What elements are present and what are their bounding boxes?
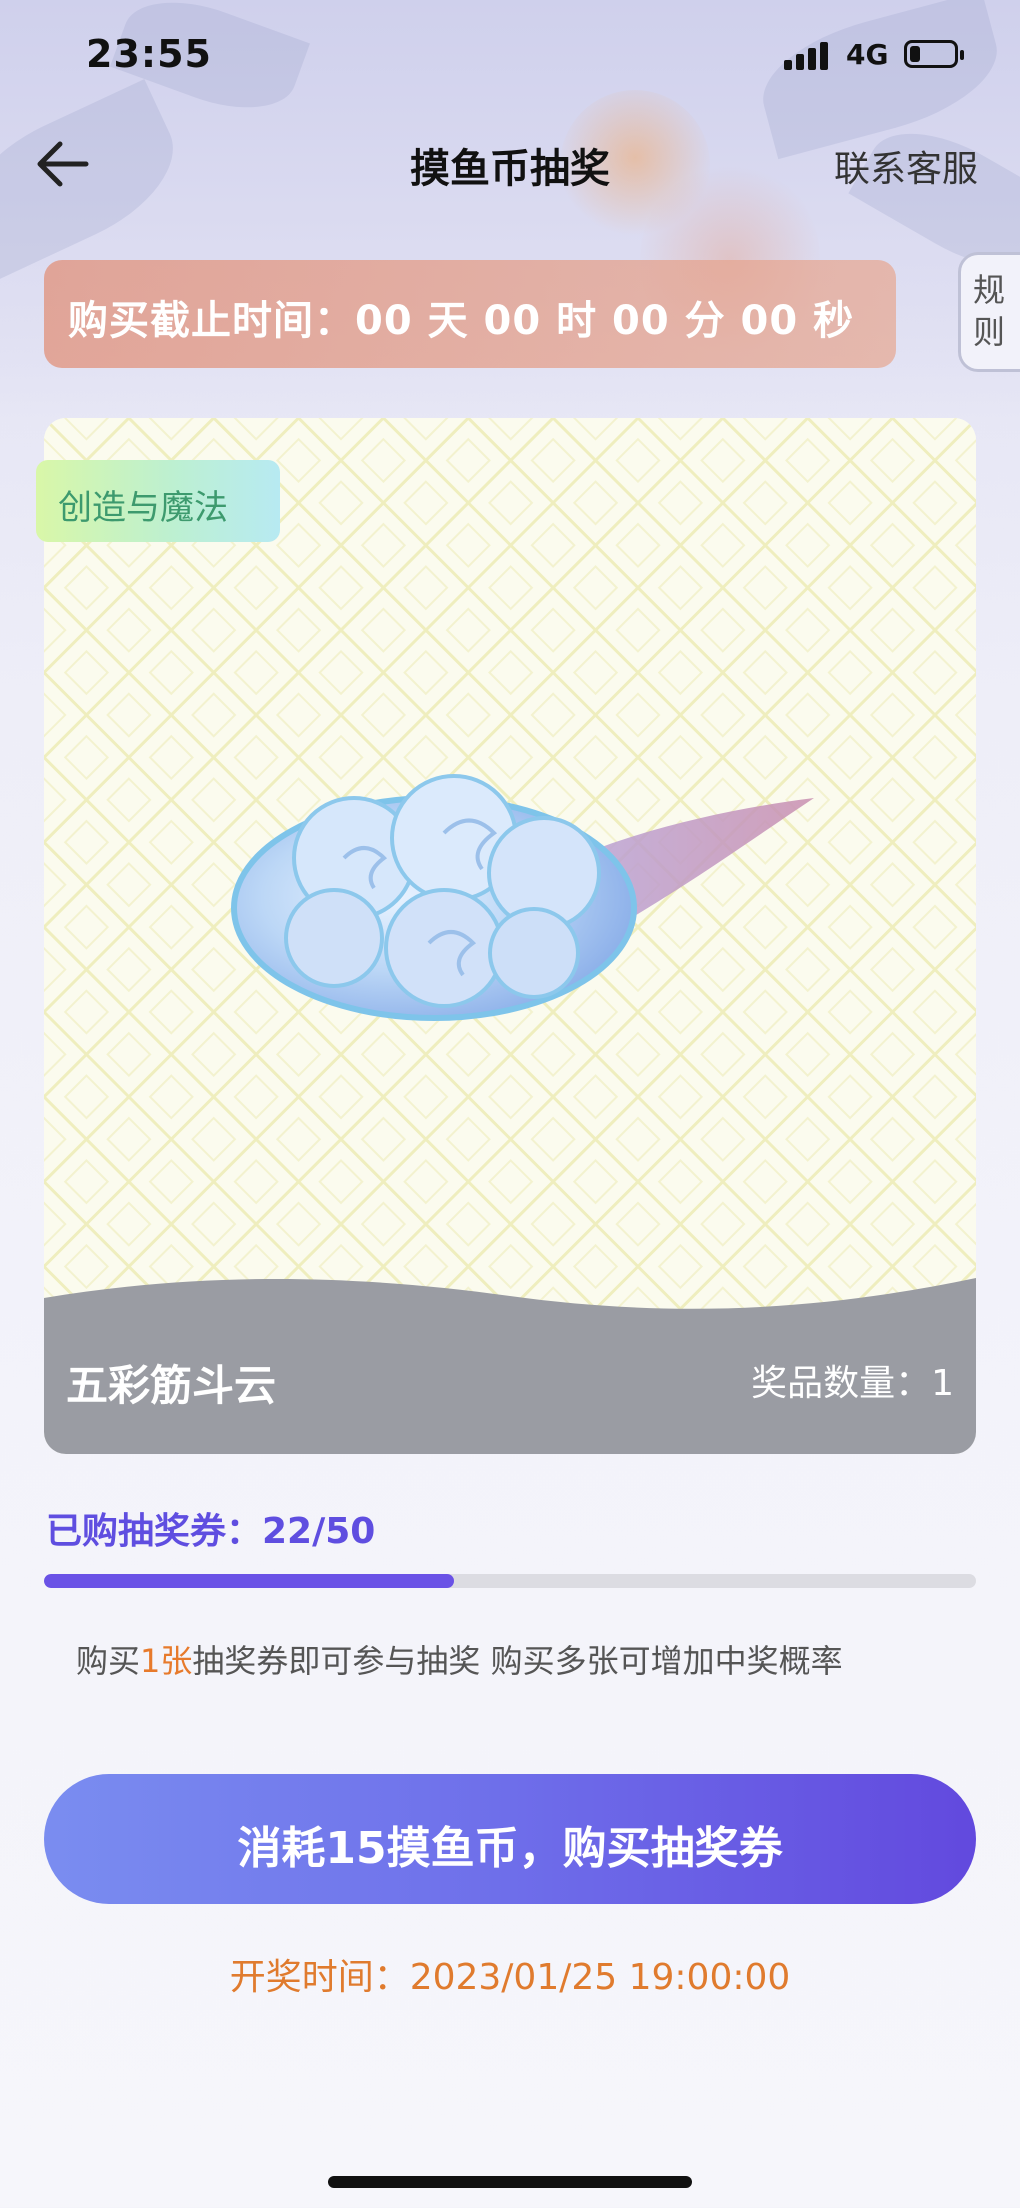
rules-tab[interactable]: 规则 <box>958 252 1020 372</box>
tickets-purchased-label: 已购抽奖券：22/50 <box>46 1511 376 1552</box>
hint-prefix: 购买 <box>76 1642 141 1680</box>
status-time: 23:55 <box>86 32 212 76</box>
countdown-banner: 购买截止时间：00 天 00 时 00 分 00 秒 <box>44 260 896 368</box>
draw-time: 开奖时间：2023/01/25 19:00:00 <box>229 1957 791 1998</box>
status-bar: 23:55 4G <box>0 0 1020 110</box>
signal-icon <box>784 40 834 70</box>
battery-icon <box>904 40 964 68</box>
category-tag-label: 创造与魔法 <box>58 488 228 528</box>
countdown-text: 购买截止时间：00 天 00 时 00 分 00 秒 <box>68 298 855 344</box>
prize-name: 五彩筋斗云 <box>66 1361 277 1410</box>
prize-quantity: 奖品数量：1 <box>751 1363 954 1404</box>
category-tag: 创造与魔法 <box>36 460 280 542</box>
network-label: 4G <box>846 38 889 71</box>
cloud-prize-image <box>231 774 814 1021</box>
buy-ticket-button[interactable]: 消耗15摸鱼币，购买抽奖券 <box>44 1774 976 1904</box>
tickets-progress-fill <box>44 1574 455 1588</box>
rules-tab-label: 规则 <box>972 271 1005 351</box>
home-indicator <box>328 2176 692 2188</box>
purchase-hint: 购买1张抽奖券即可参与抽奖 购买多张可增加中奖概率 <box>76 1636 843 1682</box>
buy-ticket-button-label: 消耗15摸鱼币，购买抽奖券 <box>237 1823 783 1874</box>
prize-card: 五彩筋斗云 奖品数量：1 <box>44 418 976 1454</box>
hint-suffix: 抽奖券即可参与抽奖 购买多张可增加中奖概率 <box>192 1642 843 1680</box>
hint-highlight: 1张 <box>140 1642 193 1680</box>
nav-bar: 摸鱼币抽奖 联系客服 <box>0 118 1020 208</box>
contact-service-link[interactable]: 联系客服 <box>834 140 978 192</box>
tickets-progress-bar <box>44 1574 976 1588</box>
